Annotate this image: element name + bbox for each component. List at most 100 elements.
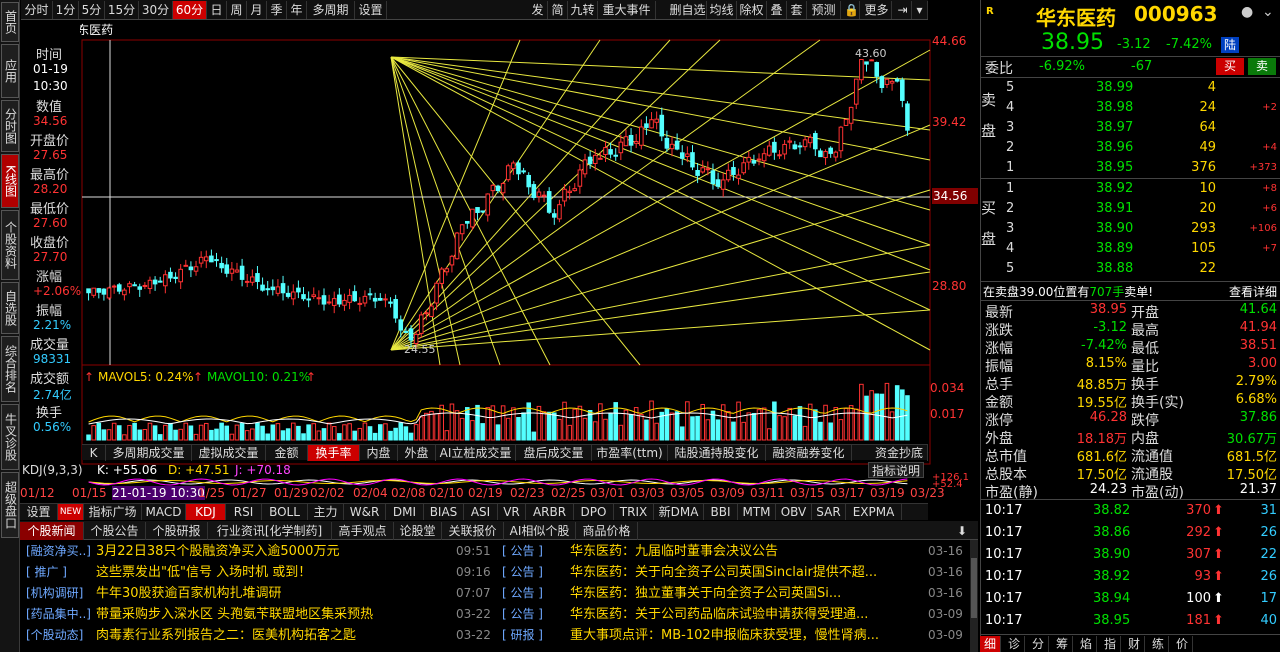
ribbon-tab[interactable]: 内盘 (360, 445, 398, 461)
news-tab[interactable]: 商品价格 (576, 522, 638, 540)
news-title[interactable]: 3月22日38只个股融资净买入逾5000万元 (96, 541, 450, 562)
ind-tab[interactable]: TRIX (614, 504, 654, 520)
ma-btn[interactable]: 均线 (707, 1, 737, 19)
ind-tab[interactable]: BIAS (424, 504, 464, 520)
nav-ranking[interactable]: 综合排名 (1, 336, 19, 402)
settings-tab[interactable]: 设置 (20, 504, 58, 520)
nav-home[interactable]: 首页 (1, 2, 19, 42)
indicator-help-button[interactable]: 指标说明 (868, 462, 924, 478)
bid-price[interactable]: 38.92 (1096, 181, 1133, 196)
major-events-btn[interactable]: 重大事件 (598, 1, 656, 19)
exit-icon[interactable]: ⇥ (894, 1, 912, 19)
period-tab[interactable]: 5分 (79, 1, 105, 19)
ind-tab[interactable]: SAR (812, 504, 846, 520)
ind-tab[interactable]: W&R (344, 504, 386, 520)
ribbon-tab[interactable]: 虚拟成交量 (192, 445, 266, 461)
notice-title[interactable]: 华东医药：九届临时董事会决议公告 (570, 541, 920, 562)
ind-tab[interactable]: 新DMA (654, 504, 704, 520)
period-tab[interactable]: 15分 (105, 1, 139, 19)
nav-stock-info[interactable]: 个股资料 (1, 210, 19, 280)
ask-price[interactable]: 38.98 (1096, 100, 1133, 115)
news-title[interactable]: 肉毒素行业系列报告之二：医美机构拓客之匙 (96, 625, 450, 646)
nav-diagnosis[interactable]: 牛叉诊股 (1, 404, 19, 470)
period-tab[interactable]: 日 (207, 1, 227, 19)
set-btn[interactable]: 套 (787, 1, 807, 19)
period-tab-60min[interactable]: 60分 (173, 1, 207, 19)
bid-price[interactable]: 38.89 (1096, 241, 1133, 256)
overlay-btn[interactable]: 叠 (767, 1, 787, 19)
multi-period-tab[interactable]: 多周期 (307, 1, 355, 19)
news-scrollbar[interactable] (970, 540, 978, 652)
ribbon-tab[interactable]: AI立桩成交量 (436, 445, 516, 461)
period-tab[interactable]: 季 (267, 1, 287, 19)
ind-tab[interactable]: 指标广场 (84, 504, 142, 520)
ind-tab[interactable]: VR (498, 504, 526, 520)
period-tab[interactable]: 30分 (139, 1, 173, 19)
download-icon[interactable]: ⬇ (950, 522, 974, 540)
news-tab[interactable]: 个股研报 (146, 522, 208, 540)
news-tab[interactable]: 个股公告 (84, 522, 146, 540)
sell-button[interactable]: 卖 (1248, 58, 1276, 75)
ind-tab[interactable]: ARBR (526, 504, 574, 520)
detail-tab[interactable]: 分 (1028, 636, 1049, 652)
nav-timeshare[interactable]: 分时图 (1, 100, 19, 152)
lock-icon[interactable]: 🔒 (844, 1, 860, 19)
exright-btn[interactable]: 除权 (737, 1, 767, 19)
news-tab[interactable]: 论股堂 (394, 522, 442, 540)
news-tab[interactable]: 行业资讯[化学制药] (208, 522, 332, 540)
ind-tab[interactable]: EXPMA (846, 504, 902, 520)
ribbon-tab[interactable]: 资金抄底 (852, 445, 928, 461)
nav-watchlist[interactable]: 自选股 (1, 282, 19, 334)
toolbar-btn[interactable]: 九转 (568, 1, 598, 19)
toolbar-btn[interactable]: 简 (548, 1, 568, 19)
detail-tab[interactable]: 焰 (1076, 636, 1097, 652)
settings-tab[interactable]: 设置 (355, 1, 387, 19)
nav-kline[interactable]: K线图 (1, 154, 19, 208)
period-tab[interactable]: 年 (287, 1, 307, 19)
ind-tab[interactable]: RSI (226, 504, 262, 520)
chevron-down-icon[interactable]: ▾ (912, 1, 928, 19)
period-tab[interactable]: 分时 (21, 1, 53, 19)
bid-price[interactable]: 38.91 (1096, 201, 1133, 216)
ask-price[interactable]: 38.99 (1096, 80, 1133, 95)
news-tab[interactable]: 高手观点 (332, 522, 394, 540)
ask-price[interactable]: 38.96 (1096, 140, 1133, 155)
detail-tab[interactable]: 诊 (1004, 636, 1025, 652)
ribbon-tab[interactable]: 市盈率(ttm) (592, 445, 668, 461)
ribbon-tab-turnover[interactable]: 换手率 (308, 445, 360, 461)
ind-tab[interactable]: DPO (574, 504, 614, 520)
chevron-down-icon[interactable]: ⌄ (1262, 4, 1274, 20)
more-btn[interactable]: 更多 (862, 1, 892, 19)
ribbon-tab[interactable]: 融资融券变化 (766, 445, 852, 461)
ribbon-tab[interactable]: 盘后成交量 (516, 445, 592, 461)
info-icon[interactable]: ● (1241, 4, 1253, 20)
buy-button[interactable]: 买 (1216, 58, 1244, 75)
detail-tab[interactable]: 练 (1148, 636, 1169, 652)
forecast-btn[interactable]: 预测 (807, 1, 841, 19)
detail-tab[interactable]: 细 (980, 636, 1001, 652)
ribbon-tab[interactable]: K (82, 445, 106, 461)
ask-price[interactable]: 38.95 (1096, 160, 1133, 175)
ind-tab[interactable]: MTM (738, 504, 776, 520)
period-tab[interactable]: 1分 (53, 1, 79, 19)
news-title[interactable]: 这些票发出"低"信号 入场时机 或到！ (96, 562, 450, 583)
ind-tab[interactable]: BBI (704, 504, 738, 520)
news-title[interactable]: 带量采购步入深水区 头孢氨苄联盟地区集采预热 (96, 604, 450, 625)
ribbon-tab[interactable]: 金额 (266, 445, 308, 461)
ribbon-tab[interactable]: 陆股通持股变化 (668, 445, 766, 461)
ribbon-tab[interactable]: 外盘 (398, 445, 436, 461)
period-tab[interactable]: 月 (247, 1, 267, 19)
detail-tab[interactable]: 价 (1172, 636, 1193, 652)
view-detail-link[interactable]: 查看详细 (1229, 283, 1277, 300)
ribbon-tab[interactable]: 多周期成交量 (106, 445, 192, 461)
bid-price[interactable]: 38.88 (1096, 261, 1133, 276)
ind-tab[interactable]: DMI (386, 504, 424, 520)
news-tab[interactable]: 个股新闻 (20, 522, 84, 540)
news-tab[interactable]: 关联报价 (442, 522, 504, 540)
nav-apps[interactable]: 应用 (1, 44, 19, 98)
remove-watchlist-btn[interactable]: 删自选 (669, 1, 707, 19)
ind-tab[interactable]: 主力 (308, 504, 344, 520)
news-title[interactable]: 牛年30股获逾百家机构扎堆调研 (96, 583, 450, 604)
notice-title[interactable]: 重大事项点评：MB-102申报临床获受理，慢性肾病... (570, 625, 920, 646)
ind-tab[interactable]: BOLL (262, 504, 308, 520)
